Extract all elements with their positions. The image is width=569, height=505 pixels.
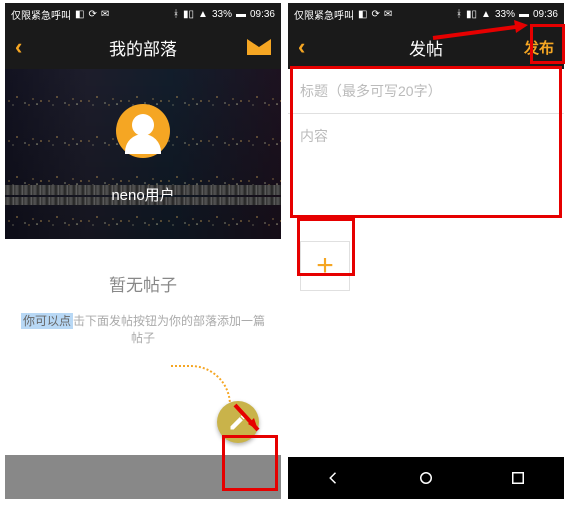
page-title: 发帖	[409, 35, 443, 60]
screen-my-tribe: 仅限紧急呼叫 ◧ ⟳ ✉ ᚼ ▮▯ ▲ 33% ▬ 09:36 ‹ 我的部落 n…	[5, 3, 281, 499]
signal-icon: ▮▯	[183, 9, 194, 20]
page-title: 我的部落	[109, 35, 177, 60]
bottom-bar	[5, 455, 281, 499]
add-attachment-button[interactable]: +	[300, 241, 350, 291]
bt-icon: ᚼ	[456, 9, 462, 20]
nav-recent-icon[interactable]	[509, 469, 527, 487]
back-icon[interactable]: ‹	[298, 34, 305, 60]
msg-icon: ✉	[384, 9, 392, 20]
avatar[interactable]	[116, 104, 170, 158]
bt-icon: ᚼ	[173, 9, 179, 20]
battery-pct: 33%	[212, 9, 232, 20]
screen-compose: 仅限紧急呼叫 ◧ ⟳ ✉ ᚼ ▮▯ ▲ 33% ▬ 09:36 ‹ 发帖 发布 …	[288, 3, 564, 499]
status-time: 09:36	[533, 9, 558, 20]
header: ‹ 发帖 发布	[288, 25, 564, 69]
title-input[interactable]	[288, 69, 564, 114]
content-input[interactable]	[288, 114, 564, 228]
nfc-icon: ◧	[358, 9, 367, 20]
signal-icon: ▮▯	[466, 9, 477, 20]
username-label: neno用户	[111, 184, 174, 205]
empty-title: 暂无帖子	[17, 271, 269, 296]
sync-icon: ⟳	[371, 9, 379, 20]
compose-fab[interactable]	[217, 401, 259, 443]
profile-hero: neno用户	[5, 69, 281, 239]
msg-icon: ✉	[101, 9, 109, 20]
mail-icon[interactable]	[247, 39, 271, 55]
empty-sub-rest: 击下面发帖按钮为你的部落添加一篇帖子	[73, 314, 265, 345]
battery-icon: ▬	[519, 9, 529, 20]
nav-home-icon[interactable]	[417, 469, 435, 487]
status-time: 09:36	[250, 9, 275, 20]
publish-button[interactable]: 发布	[524, 37, 554, 58]
empty-state: 暂无帖子 你可以点击下面发帖按钮为你的部落添加一篇帖子	[5, 239, 281, 455]
wifi-icon: ▲	[198, 9, 208, 20]
empty-subtitle: 你可以点击下面发帖按钮为你的部落添加一篇帖子	[17, 312, 269, 346]
battery-pct: 33%	[495, 9, 515, 20]
wifi-icon: ▲	[481, 9, 491, 20]
status-bar: 仅限紧急呼叫 ◧ ⟳ ✉ ᚼ ▮▯ ▲ 33% ▬ 09:36	[5, 3, 281, 25]
status-carrier: 仅限紧急呼叫	[11, 7, 71, 22]
status-carrier: 仅限紧急呼叫	[294, 7, 354, 22]
battery-icon: ▬	[236, 9, 246, 20]
highlight-text: 你可以点	[21, 313, 73, 329]
compose-icon	[228, 412, 248, 432]
sync-icon: ⟳	[88, 9, 96, 20]
status-bar: 仅限紧急呼叫 ◧ ⟳ ✉ ᚼ ▮▯ ▲ 33% ▬ 09:36	[288, 3, 564, 25]
android-nav-bar	[288, 457, 564, 499]
nav-back-icon[interactable]	[325, 469, 343, 487]
header: ‹ 我的部落	[5, 25, 281, 69]
compose-form	[288, 69, 564, 233]
back-icon[interactable]: ‹	[15, 34, 22, 60]
nfc-icon: ◧	[75, 9, 84, 20]
